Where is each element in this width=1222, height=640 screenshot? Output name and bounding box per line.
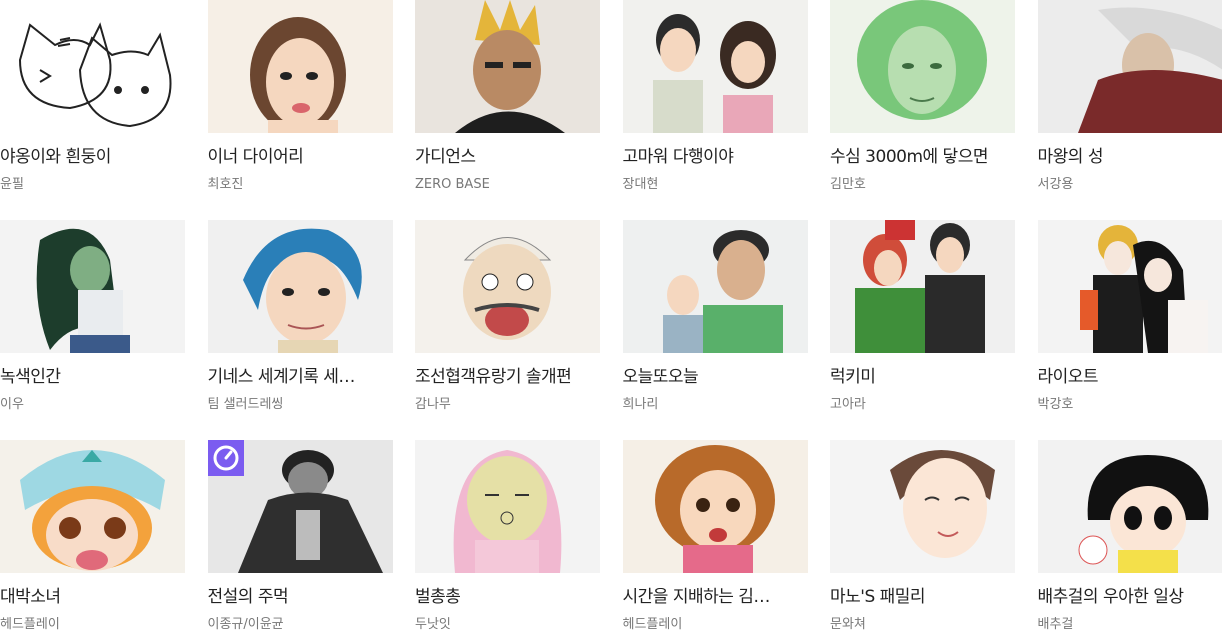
webtoon-title[interactable]: 수심 3000m에 닿으면: [830, 146, 1015, 168]
webtoon-author: 문와쳐: [830, 617, 1015, 633]
webtoon-card[interactable]: 조선협객유랑기 솔개편감나무: [415, 220, 600, 420]
webtoon-thumbnail[interactable]: [208, 0, 393, 133]
webtoon-thumbnail[interactable]: [0, 0, 185, 133]
webtoon-thumbnail[interactable]: [0, 440, 185, 573]
webtoon-author: 서강용: [1038, 177, 1222, 193]
webtoon-title[interactable]: 가디언스: [415, 146, 600, 168]
webtoon-title[interactable]: 이너 다이어리: [208, 146, 393, 168]
webtoon-author: 윤필: [0, 177, 185, 193]
webtoon-author: 최호진: [208, 177, 393, 193]
webtoon-thumbnail[interactable]: [830, 0, 1015, 133]
webtoon-title[interactable]: 전설의 주먹: [208, 586, 393, 608]
webtoon-author: 이우: [0, 397, 185, 413]
webtoon-author: 희나리: [623, 397, 808, 413]
webtoon-author: 고아라: [830, 397, 1015, 413]
webtoon-title[interactable]: 야옹이와 흰둥이: [0, 146, 185, 168]
webtoon-card[interactable]: 대박소녀헤드플레이: [0, 440, 185, 640]
webtoon-title[interactable]: 기네스 세계기록 세…: [208, 366, 393, 388]
webtoon-thumbnail[interactable]: [415, 440, 600, 573]
webtoon-author: 이종규/이윤균: [208, 617, 393, 633]
webtoon-author: 박강호: [1038, 397, 1222, 413]
webtoon-author: 헤드플레이: [0, 617, 185, 633]
webtoon-card[interactable]: 라이오트박강호: [1038, 220, 1222, 420]
webtoon-author: 두낫잇: [415, 617, 600, 633]
webtoon-thumbnail[interactable]: [623, 220, 808, 353]
webtoon-thumbnail[interactable]: [1038, 440, 1222, 573]
webtoon-grid: 야옹이와 흰둥이윤필 이너 다이어리최호진 가디언스 ZERO BASE 고마워 …: [0, 0, 1222, 636]
webtoon-author: 배추걸: [1038, 617, 1222, 633]
webtoon-author: 김만호: [830, 177, 1015, 193]
webtoon-title[interactable]: 라이오트: [1038, 366, 1222, 388]
webtoon-card[interactable]: 벌총총두낫잇: [415, 440, 600, 640]
webtoon-thumbnail[interactable]: [1038, 0, 1222, 133]
webtoon-thumbnail[interactable]: [1038, 220, 1222, 353]
webtoon-card[interactable]: 오늘또오늘희나리: [623, 220, 808, 420]
webtoon-title[interactable]: 배추걸의 우아한 일상: [1038, 586, 1222, 608]
webtoon-title[interactable]: 녹색인간: [0, 366, 185, 388]
webtoon-title[interactable]: 벌총총: [415, 586, 600, 608]
webtoon-card[interactable]: 가디언스 ZERO BASE: [415, 0, 600, 200]
webtoon-author: 장대현: [623, 177, 808, 193]
webtoon-author: 팀 샐러드레씽: [208, 397, 393, 413]
webtoon-title[interactable]: 오늘또오늘: [623, 366, 808, 388]
webtoon-title[interactable]: 대박소녀: [0, 586, 185, 608]
webtoon-card[interactable]: 이너 다이어리최호진: [208, 0, 393, 200]
webtoon-card[interactable]: 배추걸의 우아한 일상배추걸: [1038, 440, 1222, 640]
webtoon-author: 감나무: [415, 397, 600, 413]
webtoon-card[interactable]: 마노'S 패밀리문와쳐: [830, 440, 1015, 640]
webtoon-title[interactable]: 럭키미: [830, 366, 1015, 388]
webtoon-thumbnail[interactable]: [830, 220, 1015, 353]
webtoon-title[interactable]: 고마워 다행이야: [623, 146, 808, 168]
webtoon-card[interactable]: 시간을 지배하는 김… 헤드플레이: [623, 440, 808, 640]
clock-icon: [208, 440, 244, 476]
webtoon-thumbnail[interactable]: [415, 220, 600, 353]
webtoon-author: ZERO BASE: [415, 177, 600, 193]
webtoon-thumbnail[interactable]: [415, 0, 600, 133]
webtoon-thumbnail[interactable]: [208, 440, 393, 573]
webtoon-thumbnail[interactable]: [208, 220, 393, 353]
webtoon-card[interactable]: 마왕의 성서강용: [1038, 0, 1222, 200]
webtoon-card[interactable]: 수심 3000m에 닿으면김만호: [830, 0, 1015, 200]
webtoon-card[interactable]: 기네스 세계기록 세… 팀 샐러드레씽: [208, 220, 393, 420]
webtoon-thumbnail[interactable]: [623, 440, 808, 573]
webtoon-card[interactable]: 럭키미고아라: [830, 220, 1015, 420]
webtoon-thumbnail[interactable]: [830, 440, 1015, 573]
webtoon-author: 헤드플레이: [623, 617, 808, 633]
webtoon-title[interactable]: 마왕의 성: [1038, 146, 1222, 168]
webtoon-title[interactable]: 조선협객유랑기 솔개편: [415, 366, 600, 388]
webtoon-title[interactable]: 시간을 지배하는 김…: [623, 586, 808, 608]
webtoon-card[interactable]: 전설의 주먹이종규/이윤균: [208, 440, 393, 640]
webtoon-card[interactable]: 야옹이와 흰둥이윤필: [0, 0, 185, 200]
webtoon-card[interactable]: 고마워 다행이야장대현: [623, 0, 808, 200]
webtoon-thumbnail[interactable]: [0, 220, 185, 353]
webtoon-title[interactable]: 마노'S 패밀리: [830, 586, 1015, 608]
webtoon-card[interactable]: 녹색인간이우: [0, 220, 185, 420]
webtoon-thumbnail[interactable]: [623, 0, 808, 133]
